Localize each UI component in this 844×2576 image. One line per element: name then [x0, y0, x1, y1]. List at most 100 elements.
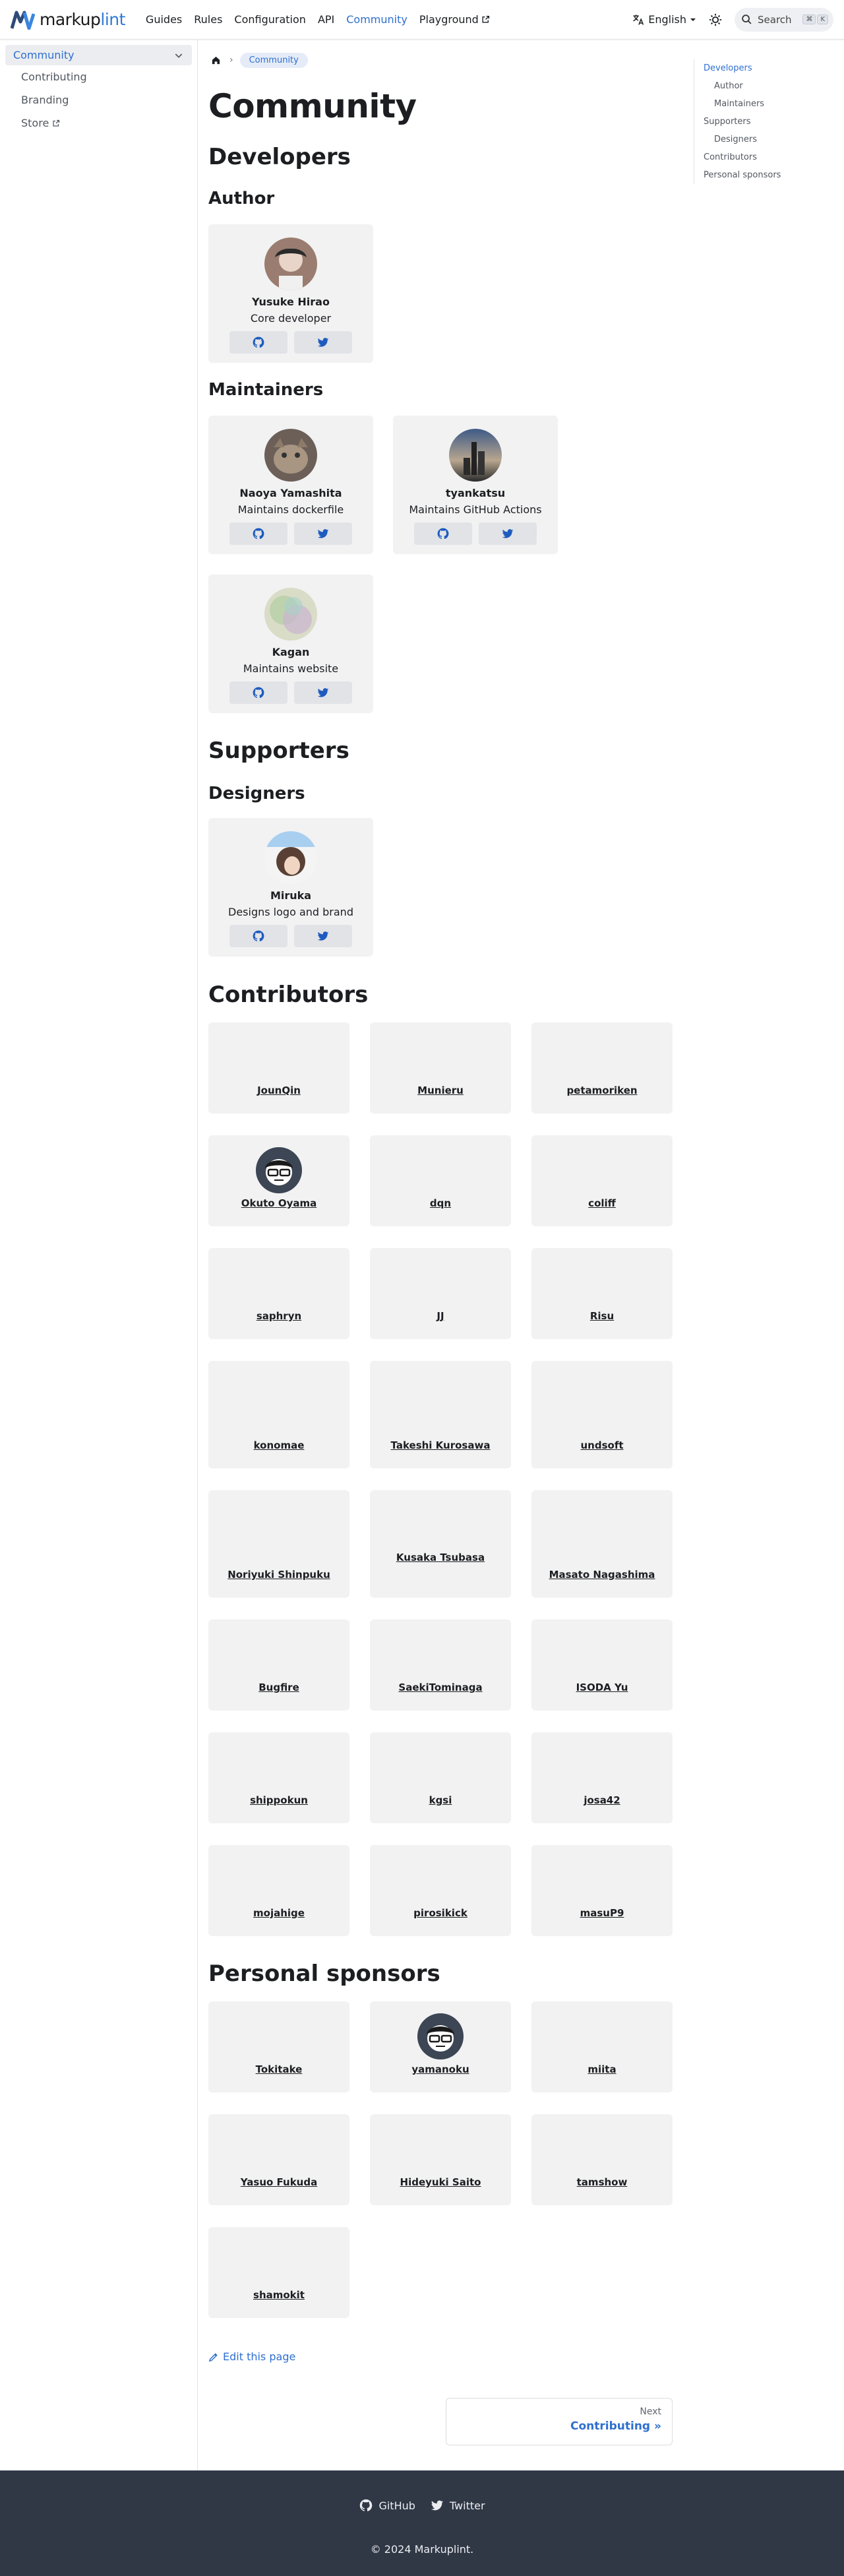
- contributor-card[interactable]: petamoriken: [531, 1022, 673, 1114]
- contributor-name[interactable]: Takeshi Kurosawa: [370, 1437, 511, 1454]
- contributor-name[interactable]: petamoriken: [531, 1082, 673, 1099]
- toc-item-author[interactable]: Author: [704, 77, 832, 95]
- sidebar-item-branding[interactable]: Branding: [5, 88, 192, 111]
- contributor-card[interactable]: mojahige: [208, 1845, 349, 1936]
- nav-api[interactable]: API: [313, 9, 339, 30]
- contributor-name[interactable]: pirosikick: [370, 1904, 511, 1922]
- twitter-button[interactable]: [294, 925, 352, 947]
- contributor-card[interactable]: konomae: [208, 1361, 349, 1468]
- contributor-card[interactable]: Masato Nagashima: [531, 1490, 673, 1598]
- github-button[interactable]: [229, 681, 287, 704]
- contributor-card[interactable]: Okuto Oyama: [208, 1135, 349, 1226]
- contributor-name[interactable]: JounQin: [208, 1082, 349, 1099]
- footer-link-github[interactable]: GitHub: [359, 2498, 415, 2513]
- contributor-name[interactable]: undsoft: [531, 1437, 673, 1454]
- chevron-down-icon[interactable]: [173, 50, 184, 61]
- twitter-button[interactable]: [479, 522, 537, 545]
- sponsor-name[interactable]: Yasuo Fukuda: [208, 2174, 349, 2191]
- sponsor-card[interactable]: tamshow: [531, 2114, 673, 2205]
- sponsor-name[interactable]: Tokitake: [208, 2061, 349, 2078]
- toc-item-developers[interactable]: Developers: [704, 59, 832, 77]
- twitter-button[interactable]: [294, 522, 352, 545]
- contributor-card[interactable]: Munieru: [370, 1022, 511, 1114]
- contributor-name[interactable]: SaekiTominaga: [370, 1679, 511, 1696]
- contributor-card[interactable]: shippokun: [208, 1732, 349, 1823]
- github-button[interactable]: [414, 522, 472, 545]
- sponsor-card[interactable]: Tokitake: [208, 2001, 349, 2092]
- contributor-name[interactable]: Risu: [531, 1307, 673, 1325]
- twitter-button[interactable]: [294, 681, 352, 704]
- contributor-name[interactable]: Munieru: [370, 1082, 511, 1099]
- brand-link[interactable]: markuplint: [11, 10, 125, 30]
- search-button[interactable]: Search ⌘ K: [735, 7, 833, 32]
- contributor-name[interactable]: josa42: [531, 1792, 673, 1809]
- github-button[interactable]: [229, 331, 287, 354]
- contributor-card[interactable]: SaekiTominaga: [370, 1619, 511, 1711]
- contributor-name[interactable]: mojahige: [208, 1904, 349, 1922]
- github-button[interactable]: [229, 925, 287, 947]
- pagination-next[interactable]: Next Contributing »: [446, 2398, 673, 2445]
- nav-community[interactable]: Community: [342, 9, 412, 30]
- contributor-name[interactable]: Bugfire: [208, 1679, 349, 1696]
- sponsor-name[interactable]: shamokit: [208, 2286, 349, 2304]
- contributor-name[interactable]: saphryn: [208, 1307, 349, 1325]
- contributor-name[interactable]: shippokun: [208, 1792, 349, 1809]
- footer-link-twitter[interactable]: Twitter: [430, 2498, 485, 2513]
- contributor-card[interactable]: Noriyuki Shinpuku: [208, 1490, 349, 1598]
- twitter-button[interactable]: [294, 331, 352, 354]
- sidebar-category-community[interactable]: Community: [5, 45, 192, 65]
- contributor-name[interactable]: ISODA Yu: [531, 1679, 673, 1696]
- contributor-card[interactable]: masuP9: [531, 1845, 673, 1936]
- toc-item-contributors[interactable]: Contributors: [704, 148, 832, 166]
- person-name: tyankatsu: [445, 487, 506, 499]
- contributor-name[interactable]: konomae: [208, 1437, 349, 1454]
- sponsor-name[interactable]: miita: [531, 2061, 673, 2078]
- toc-item-maintainers[interactable]: Maintainers: [704, 95, 832, 113]
- contributor-name[interactable]: masuP9: [531, 1904, 673, 1922]
- contributor-card[interactable]: saphryn: [208, 1248, 349, 1339]
- contributor-name[interactable]: Kusaka Tsubasa: [370, 1549, 511, 1566]
- toc-item-supporters[interactable]: Supporters: [704, 113, 832, 131]
- contributor-card[interactable]: kgsi: [370, 1732, 511, 1823]
- sponsor-card[interactable]: Yasuo Fukuda: [208, 2114, 349, 2205]
- contributor-card[interactable]: Takeshi Kurosawa: [370, 1361, 511, 1468]
- sponsor-name[interactable]: tamshow: [531, 2174, 673, 2191]
- contributor-card[interactable]: coliff: [531, 1135, 673, 1226]
- contributor-card[interactable]: josa42: [531, 1732, 673, 1823]
- contributor-card[interactable]: Risu: [531, 1248, 673, 1339]
- sidebar-item-store[interactable]: Store: [5, 111, 192, 135]
- sponsor-card[interactable]: miita: [531, 2001, 673, 2092]
- contributor-card[interactable]: Kusaka Tsubasa: [370, 1490, 511, 1598]
- sponsor-name[interactable]: Hideyuki Saito: [370, 2174, 511, 2191]
- nav-guides[interactable]: Guides: [141, 9, 187, 30]
- sponsor-card[interactable]: shamokit: [208, 2227, 349, 2318]
- contributor-name[interactable]: Okuto Oyama: [208, 1195, 349, 1212]
- contributor-name[interactable]: Masato Nagashima: [531, 1566, 673, 1583]
- nav-rules[interactable]: Rules: [189, 9, 227, 30]
- contributor-name[interactable]: Noriyuki Shinpuku: [208, 1566, 349, 1583]
- breadcrumb-home-link[interactable]: [208, 53, 223, 67]
- sponsor-name[interactable]: yamanoku: [370, 2061, 511, 2078]
- sponsor-card[interactable]: Hideyuki Saito: [370, 2114, 511, 2205]
- contributor-card[interactable]: Bugfire: [208, 1619, 349, 1711]
- contributor-name[interactable]: JJ: [370, 1307, 511, 1325]
- nav-configuration[interactable]: Configuration: [229, 9, 311, 30]
- contributor-card[interactable]: dqn: [370, 1135, 511, 1226]
- contributor-name[interactable]: dqn: [370, 1195, 511, 1212]
- toc-item-personal-sponsors[interactable]: Personal sponsors: [704, 166, 832, 184]
- toc-item-designers[interactable]: Designers: [704, 131, 832, 148]
- edit-page-link[interactable]: Edit this page: [208, 2350, 295, 2363]
- contributor-name[interactable]: kgsi: [370, 1792, 511, 1809]
- contributor-card[interactable]: undsoft: [531, 1361, 673, 1468]
- github-button[interactable]: [229, 522, 287, 545]
- contributor-card[interactable]: JounQin: [208, 1022, 349, 1114]
- contributor-card[interactable]: pirosikick: [370, 1845, 511, 1936]
- theme-toggle[interactable]: [706, 10, 725, 30]
- contributor-card[interactable]: ISODA Yu: [531, 1619, 673, 1711]
- sponsor-card[interactable]: yamanoku: [370, 2001, 511, 2092]
- language-dropdown[interactable]: English: [632, 13, 696, 26]
- contributor-card[interactable]: JJ: [370, 1248, 511, 1339]
- sidebar-item-contributing[interactable]: Contributing: [5, 65, 192, 88]
- nav-playground[interactable]: Playground: [415, 9, 495, 30]
- contributor-name[interactable]: coliff: [531, 1195, 673, 1212]
